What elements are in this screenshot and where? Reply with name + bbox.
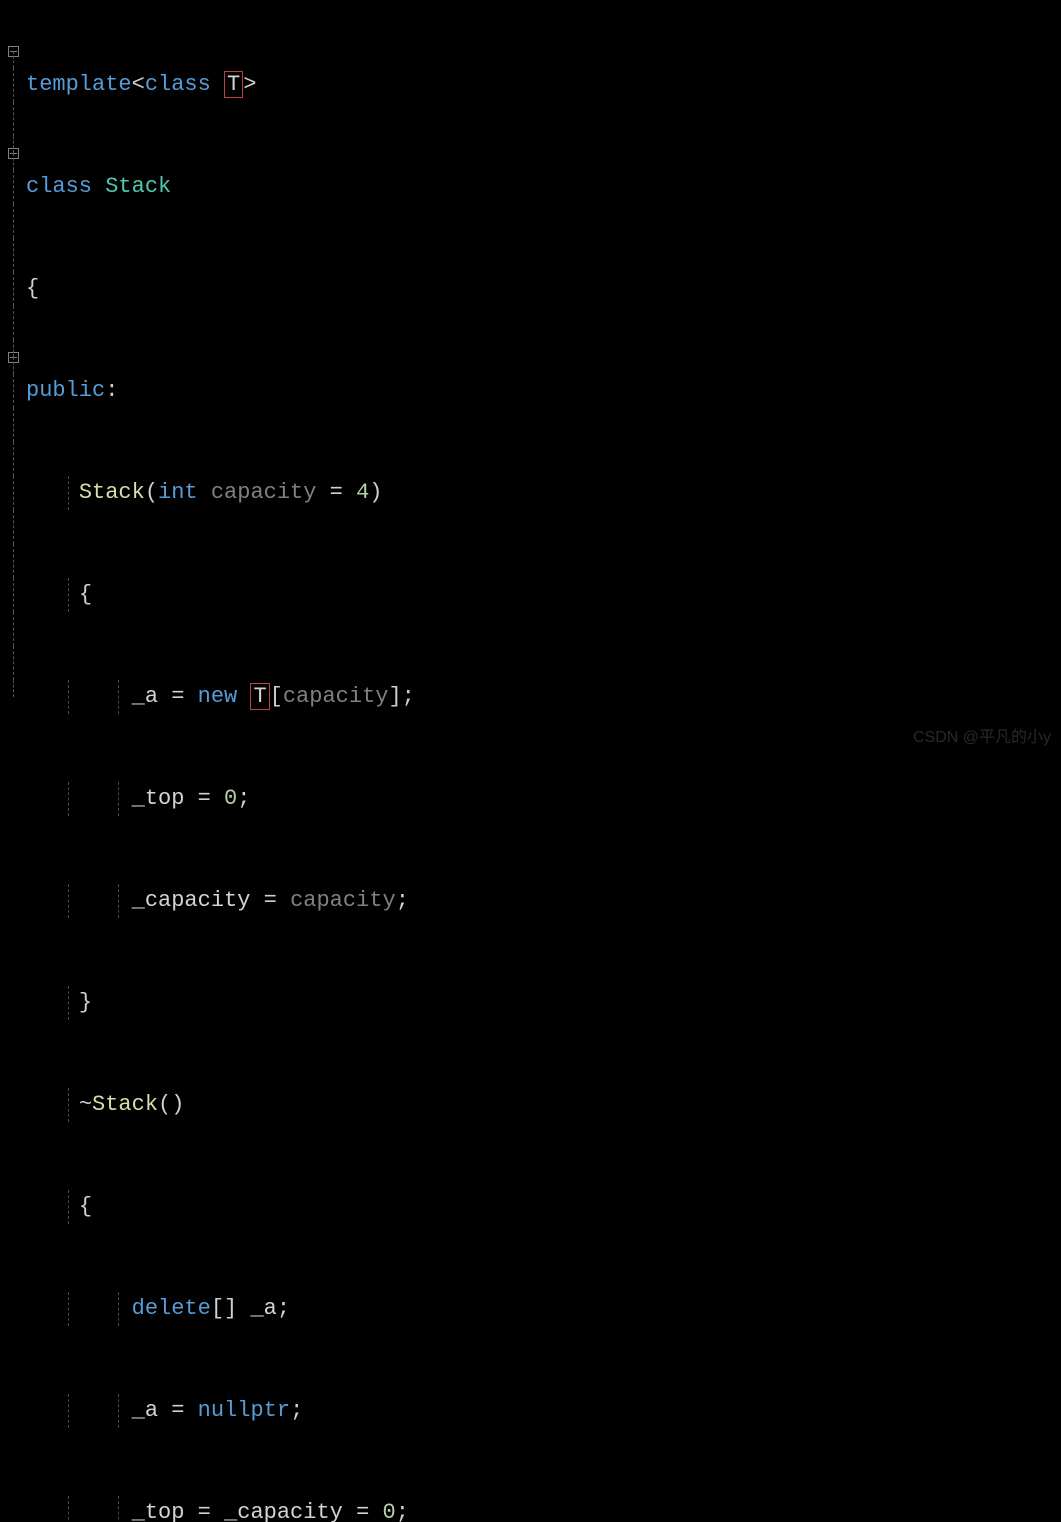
constructor-name: Stack bbox=[79, 480, 145, 505]
code-line: _a = new T[capacity]; bbox=[26, 680, 415, 714]
template-param: T bbox=[227, 72, 240, 97]
code-line: _top = 0; bbox=[26, 782, 415, 816]
keyword-class: class bbox=[26, 174, 92, 199]
watermark: CSDN @平凡的小y bbox=[913, 721, 1051, 755]
code-line: { bbox=[26, 578, 415, 612]
keyword-delete: delete bbox=[132, 1296, 211, 1321]
code-line: _top = _capacity = 0; bbox=[26, 1496, 415, 1522]
member-top: _top bbox=[132, 786, 185, 811]
fold-gutter bbox=[0, 0, 26, 1522]
keyword-public: public bbox=[26, 378, 105, 403]
keyword-class: class bbox=[145, 72, 211, 97]
code-line: { bbox=[26, 1190, 415, 1224]
code-line: } bbox=[26, 986, 415, 1020]
class-name: Stack bbox=[105, 174, 171, 199]
code-line: Stack(int capacity = 4) bbox=[26, 476, 415, 510]
code-line: _capacity = capacity; bbox=[26, 884, 415, 918]
keyword-new: new bbox=[198, 684, 238, 709]
keyword-int: int bbox=[158, 480, 198, 505]
code-line: template<class T> bbox=[26, 68, 415, 102]
member-capacity: _capacity bbox=[132, 888, 251, 913]
code-line: ~Stack() bbox=[26, 1088, 415, 1122]
member-a: _a bbox=[132, 684, 158, 709]
code-editor: template<class T> class Stack { public: … bbox=[0, 0, 1061, 1522]
param-capacity: capacity bbox=[211, 480, 317, 505]
destructor-name: Stack bbox=[92, 1092, 158, 1117]
keyword-template: template bbox=[26, 72, 132, 97]
keyword-nullptr: nullptr bbox=[198, 1398, 290, 1423]
code-line: delete[] _a; bbox=[26, 1292, 415, 1326]
literal-number: 4 bbox=[356, 480, 369, 505]
type-t: T bbox=[253, 684, 266, 709]
code-line: { bbox=[26, 272, 415, 306]
code-line: public: bbox=[26, 374, 415, 408]
code-line: class Stack bbox=[26, 170, 415, 204]
code-line: _a = nullptr; bbox=[26, 1394, 415, 1428]
code-area[interactable]: template<class T> class Stack { public: … bbox=[26, 0, 415, 1522]
